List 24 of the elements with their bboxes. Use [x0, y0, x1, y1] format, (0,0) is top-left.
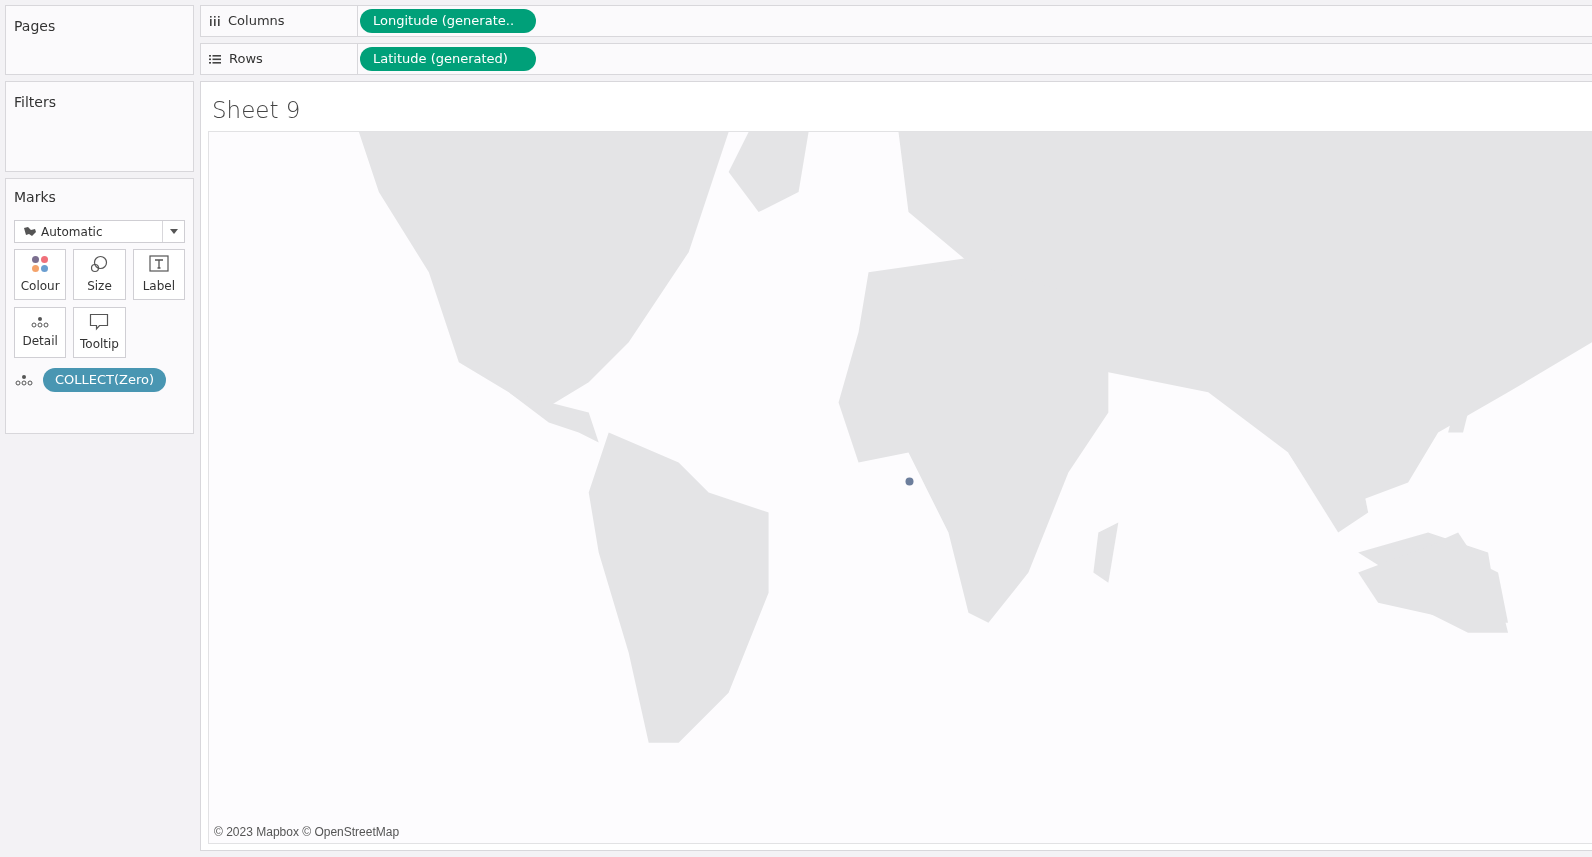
mark-card-button[interactable]: Detail [14, 307, 67, 358]
panel-title: Pages [14, 18, 56, 34]
rows-icon [209, 54, 221, 64]
shelf-label: Rows [229, 50, 263, 69]
detail-dots-icon [31, 315, 50, 328]
mark-card-button[interactable]: Colour [14, 249, 67, 300]
mark-type-dropdown[interactable]: Automatic [14, 220, 185, 243]
speech-bubble-icon [89, 312, 110, 331]
mark-card-button[interactable]: Size [73, 249, 126, 300]
colour-dots-icon [31, 254, 50, 273]
mark-card-button[interactable]: Tooltip [73, 307, 126, 358]
map-attribution: © 2023 Mapbox © OpenStreetMap [213, 823, 401, 841]
caret-icon [169, 229, 178, 234]
mark-card-button[interactable]: Label [132, 249, 185, 300]
text-label-icon [148, 254, 169, 273]
sheet-title: Sheet 9 [212, 96, 302, 125]
panel-title: Filters [14, 94, 56, 110]
columns-icon [209, 16, 220, 26]
size-circles-icon [90, 254, 109, 273]
mark-type-label: Automatic [41, 223, 104, 241]
shelf-label: Columns [228, 12, 285, 31]
panel-title: Marks [14, 188, 57, 207]
map-mark-icon [23, 226, 37, 237]
data-point-dot [905, 477, 914, 486]
